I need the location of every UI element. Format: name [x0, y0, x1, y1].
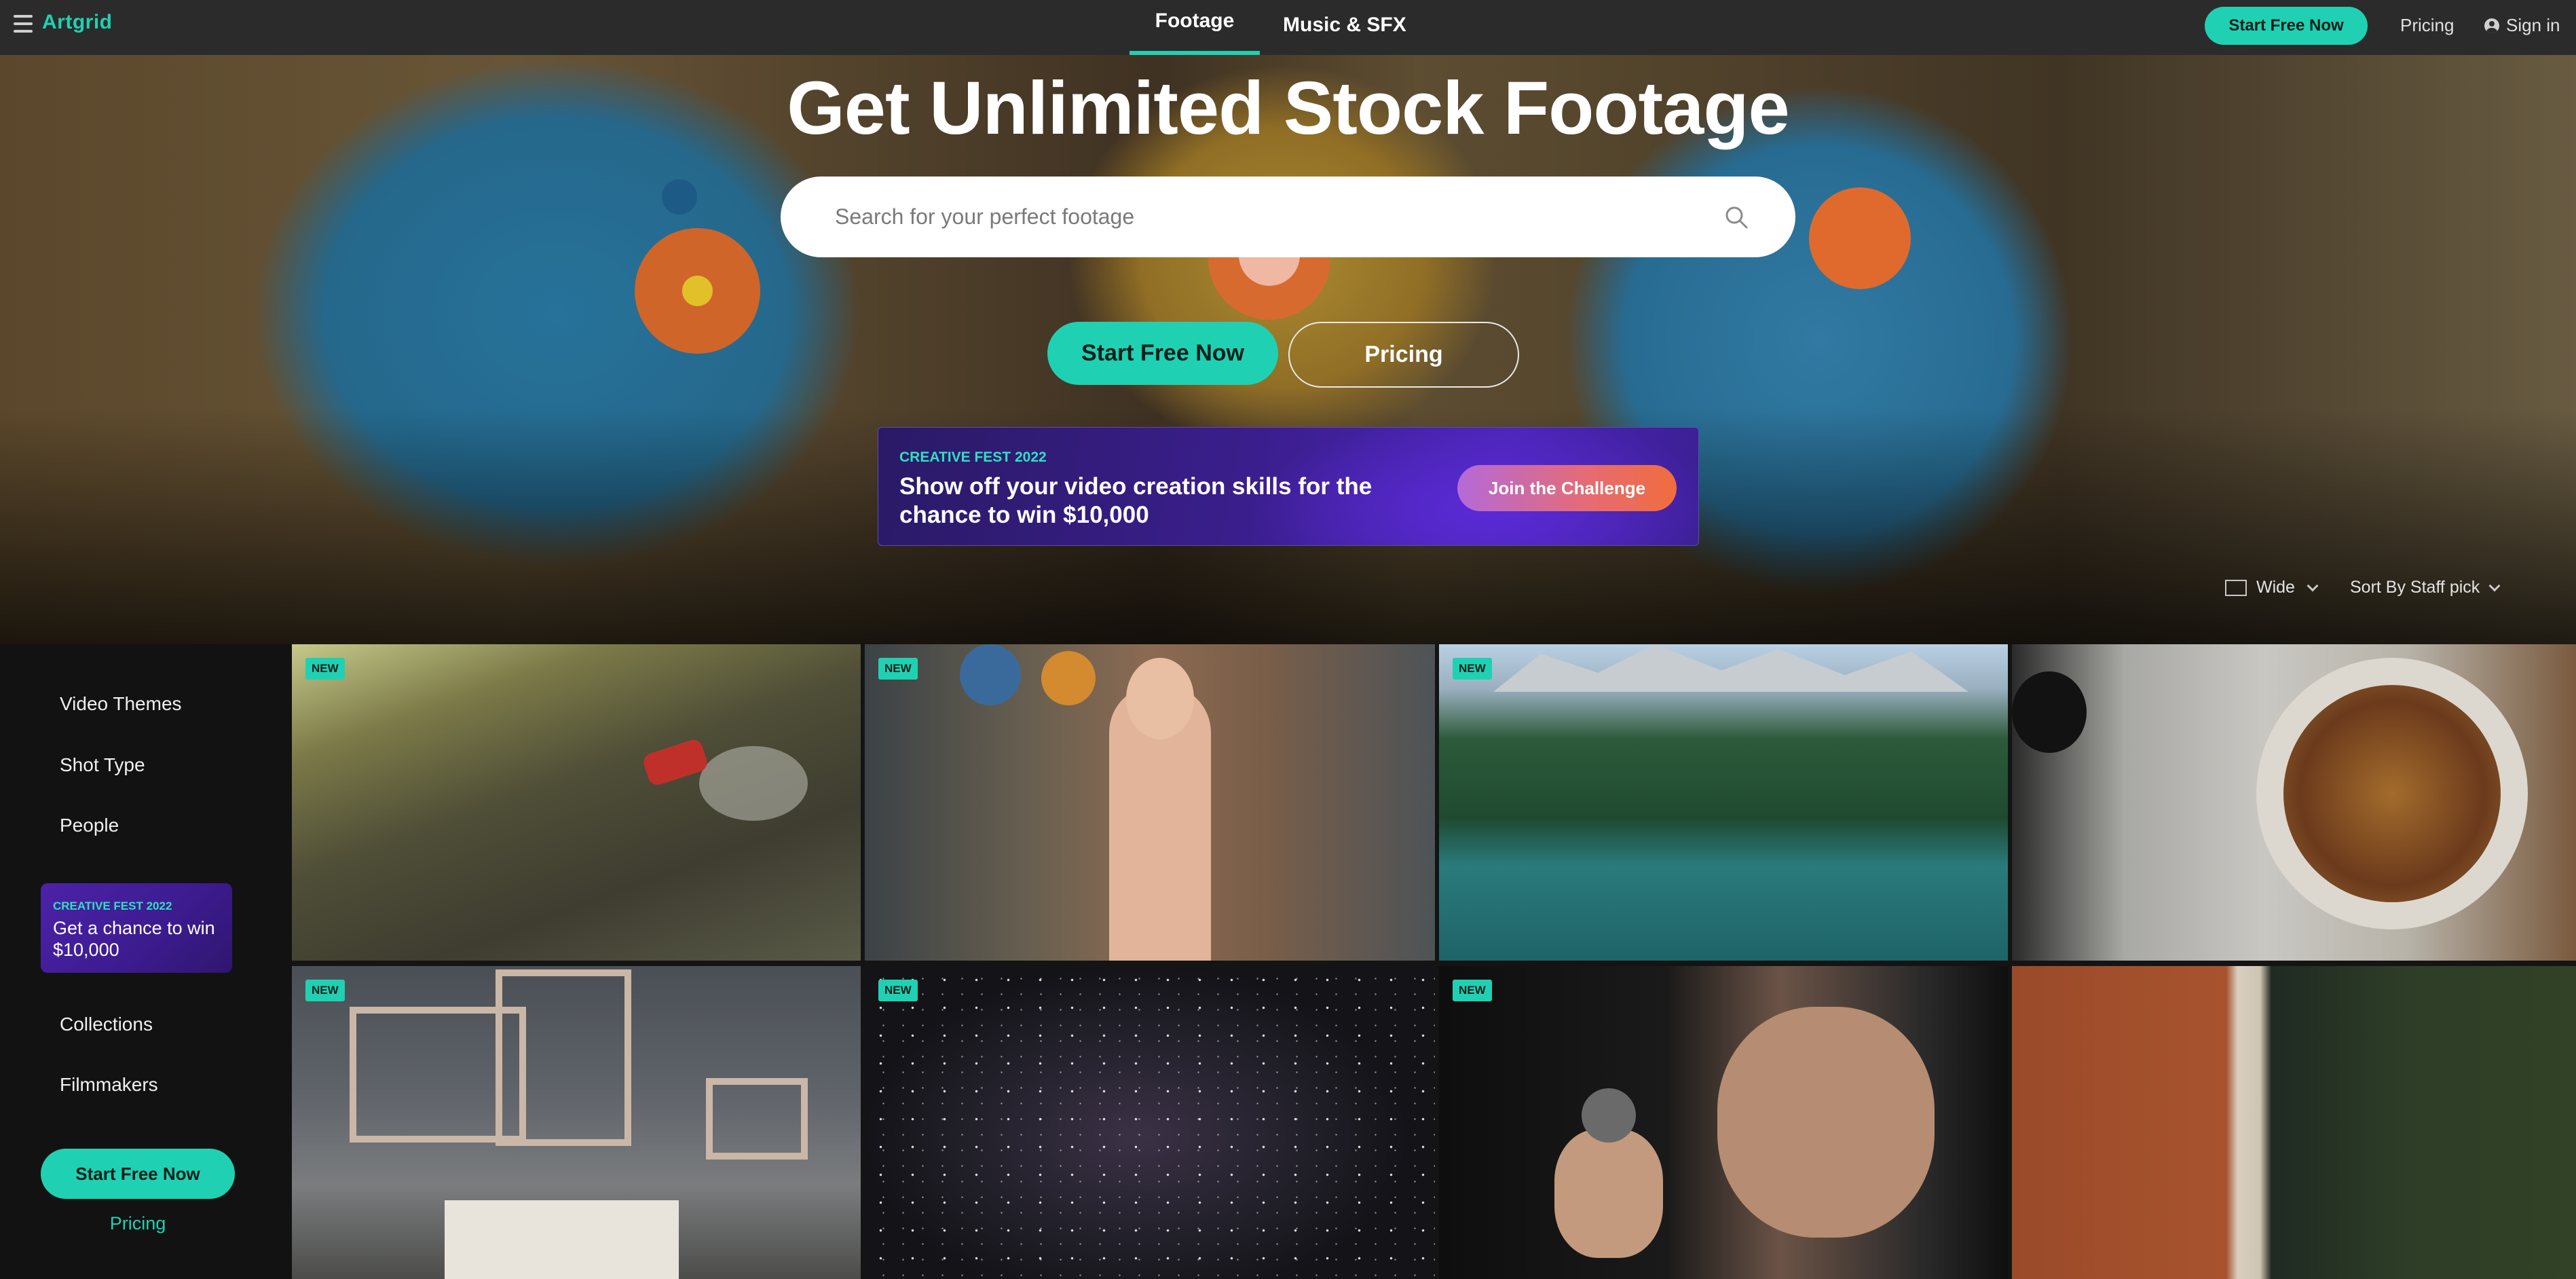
tile-stars — [865, 966, 1435, 1279]
tile-bowl — [2256, 658, 2528, 929]
video-tile-drift-car[interactable]: NEW — [292, 644, 861, 961]
sidebar-item-collections[interactable]: Collections — [60, 1014, 153, 1035]
menu-icon[interactable] — [14, 15, 33, 33]
hero-title: Get Unlimited Stock Footage — [787, 67, 1789, 150]
nav-pricing-link[interactable]: Pricing — [2400, 15, 2454, 36]
sign-in-label: Sign in — [2506, 15, 2560, 35]
tab-music-sfx[interactable]: Music & SFX — [1283, 0, 1412, 55]
join-challenge-button[interactable]: Join the Challenge — [1457, 465, 1677, 511]
tile-frame — [496, 969, 631, 1146]
wide-view-icon — [2225, 579, 2247, 596]
chevron-down-icon — [2488, 580, 2501, 591]
user-icon — [2484, 18, 2499, 33]
sort-label: Sort By Staff pick — [2350, 578, 2480, 597]
artgrid-page: Artgrid Footage Music & SFX Start Free N… — [0, 0, 2576, 1279]
sidebar-start-free-button[interactable]: Start Free Now — [41, 1149, 235, 1199]
sidebar-item-filmmakers[interactable]: Filmmakers — [60, 1074, 158, 1096]
hero-start-free-button[interactable]: Start Free Now — [1047, 322, 1278, 385]
tile-planet — [1041, 651, 1096, 705]
tile-mountains — [1493, 644, 1968, 692]
new-badge: NEW — [305, 980, 345, 1001]
new-badge: NEW — [878, 658, 918, 680]
sidebar-fest-promo[interactable]: CREATIVE FEST 2022 Get a chance to win $… — [41, 883, 232, 973]
tile-microphone — [1582, 1088, 1636, 1143]
tab-footage[interactable]: Footage — [1130, 0, 1260, 55]
video-tile-aerial-fields[interactable] — [2012, 966, 2576, 1279]
tile-planet — [960, 644, 1021, 705]
new-badge: NEW — [1453, 980, 1492, 1001]
video-grid: NEW NEW NEW NEW NEW NEW — [292, 644, 2576, 1279]
hero-image-spool-right — [1809, 187, 1911, 289]
hero-image-knob — [662, 179, 697, 215]
sidebar-pricing-link[interactable]: Pricing — [0, 1213, 276, 1234]
sidebar-item-shot-type[interactable]: Shot Type — [60, 754, 145, 776]
view-mode-label: Wide — [2256, 578, 2295, 597]
search-icon[interactable] — [1724, 205, 1749, 229]
chevron-down-icon — [2307, 580, 2319, 591]
banner-headline: Show off your video creation skills for … — [899, 473, 1373, 528]
creative-fest-banner[interactable]: CREATIVE FEST 2022 Show off your video c… — [878, 427, 1699, 546]
sidebar: Video Themes Shot Type People CREATIVE F… — [0, 644, 292, 1279]
video-tile-wedding-frames[interactable]: NEW — [292, 966, 861, 1279]
promo-kicker: CREATIVE FEST 2022 — [53, 900, 172, 912]
banner-kicker: CREATIVE FEST 2022 — [899, 449, 1047, 465]
new-badge: NEW — [305, 658, 345, 680]
new-badge: NEW — [878, 980, 918, 1001]
search-bar — [781, 177, 1795, 257]
tile-singer-face — [1717, 1007, 1935, 1238]
tile-table — [445, 1200, 679, 1279]
top-nav: Artgrid Footage Music & SFX Start Free N… — [0, 0, 2576, 55]
promo-text: Get a chance to win $10,000 — [53, 918, 215, 960]
tile-boy-head — [1126, 658, 1194, 739]
video-tile-forest-lake[interactable]: NEW — [1439, 644, 2008, 961]
sign-in-link[interactable]: Sign in — [2484, 15, 2560, 36]
tile-grinder — [2012, 671, 2087, 753]
tile-hand — [1554, 1129, 1663, 1258]
logo[interactable]: Artgrid — [42, 11, 113, 34]
search-input[interactable] — [835, 177, 1717, 257]
tile-smoke — [699, 746, 808, 821]
sidebar-item-people[interactable]: People — [60, 815, 119, 836]
video-tile-starfield[interactable]: NEW — [865, 966, 1435, 1279]
hero-image-spool-left — [635, 228, 760, 354]
video-tile-boy-flexing[interactable]: NEW — [865, 644, 1435, 961]
hero-pricing-button[interactable]: Pricing — [1288, 322, 1519, 388]
new-badge: NEW — [1453, 658, 1492, 680]
view-mode-dropdown[interactable]: Wide — [2225, 578, 2319, 597]
nav-start-free-button[interactable]: Start Free Now — [2205, 7, 2368, 45]
video-tile-food-bowl[interactable] — [2012, 644, 2576, 961]
tile-frame — [706, 1078, 808, 1160]
sort-dropdown[interactable]: Sort By Staff pick — [2350, 578, 2501, 597]
sidebar-item-video-themes[interactable]: Video Themes — [60, 693, 182, 715]
video-tile-singer[interactable]: NEW — [1439, 966, 2008, 1279]
